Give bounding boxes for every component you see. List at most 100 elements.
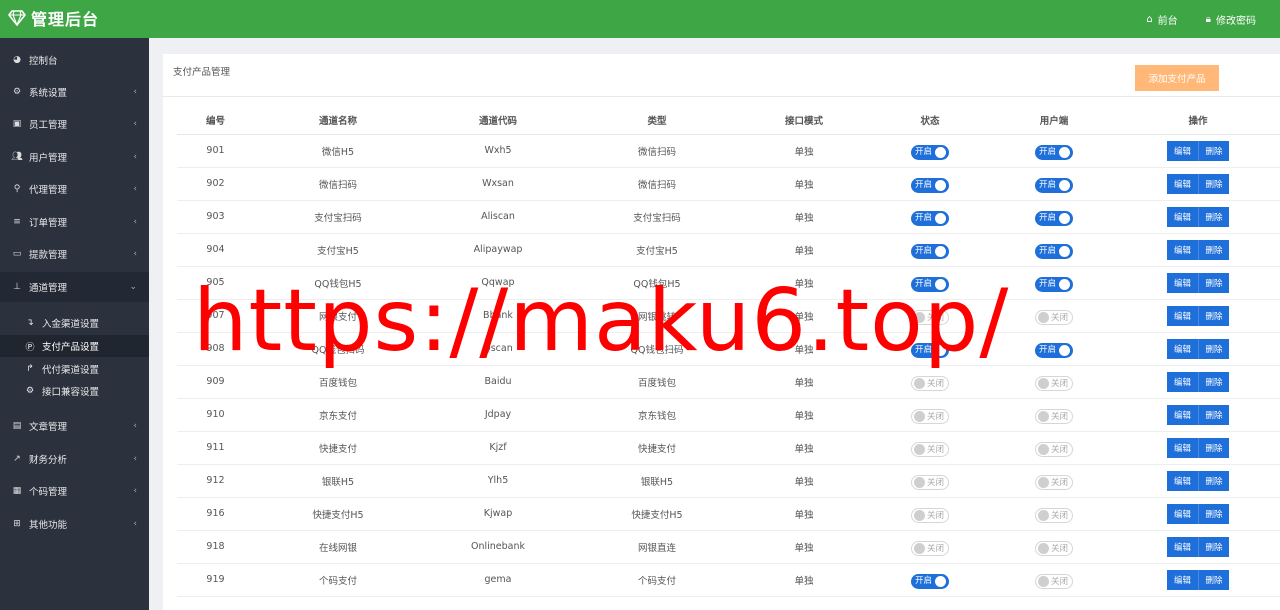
sidebar-subitem-payout-channels[interactable]: ↱ 代付渠道设置: [0, 358, 149, 380]
status-toggle[interactable]: 开启: [911, 211, 949, 226]
edit-button[interactable]: 编辑: [1167, 404, 1198, 425]
delete-button[interactable]: 删除: [1198, 470, 1229, 491]
sidebar-item-channels[interactable]: ⊥ 通道管理 ⌄: [0, 272, 149, 302]
edit-button[interactable]: 编辑: [1167, 470, 1198, 491]
status-toggle[interactable]: 关闭: [911, 475, 949, 490]
status-toggle[interactable]: 开启: [911, 343, 949, 358]
edit-button[interactable]: 编辑: [1167, 206, 1198, 227]
toggle-label: 关闭: [1051, 445, 1069, 455]
sidebar-subitem-api-compat[interactable]: ⚙ 接口兼容设置: [0, 380, 149, 402]
cell-interface-mode: 单独: [740, 299, 868, 333]
cell-channel-name: 快捷支付: [254, 431, 422, 465]
client-toggle[interactable]: 开启: [1035, 145, 1073, 160]
table-body: 901 微信H5 Wxh5 微信扫码 单独 开启 开启 编辑 删除 902 微信扫码 Wxsan 微信扫…: [177, 134, 1280, 597]
delete-button[interactable]: 删除: [1198, 206, 1229, 227]
toggle-label: 关闭: [1051, 577, 1069, 587]
change-password-link[interactable]: 🔒︎ 修改密码: [1206, 12, 1256, 27]
status-toggle[interactable]: 关闭: [911, 508, 949, 523]
add-payment-product-button[interactable]: 添加支付产品: [1135, 65, 1219, 91]
client-cell: 关闭: [992, 563, 1116, 597]
sidebar-subitem-payment-products[interactable]: Ⓟ 支付产品设置: [0, 335, 149, 357]
sidebar-item-label: 订单管理: [29, 218, 68, 229]
column-header[interactable]: 类型: [574, 106, 740, 135]
status-toggle[interactable]: 开启: [911, 145, 949, 160]
delete-button[interactable]: 删除: [1198, 140, 1229, 161]
sidebar-item-staff[interactable]: ▣ 员工管理 ‹: [0, 109, 149, 139]
status-toggle[interactable]: 关闭: [911, 409, 949, 424]
sidebar-item-withdrawals[interactable]: ▭ 提款管理 ‹: [0, 239, 149, 269]
sidebar-item-dashboard[interactable]: ◕ 控制台: [0, 45, 149, 75]
client-toggle[interactable]: 开启: [1035, 244, 1073, 259]
edit-button[interactable]: 编辑: [1167, 503, 1198, 524]
column-header[interactable]: 通道代码: [422, 106, 574, 135]
sidebar-item-system-settings[interactable]: ⚙ 系统设置 ‹: [0, 77, 149, 107]
client-cell: 关闭: [992, 464, 1116, 498]
delete-button[interactable]: 删除: [1198, 536, 1229, 557]
client-toggle[interactable]: 关闭: [1035, 442, 1073, 457]
status-toggle[interactable]: 开启: [911, 178, 949, 193]
edit-button[interactable]: 编辑: [1167, 437, 1198, 458]
delete-button[interactable]: 删除: [1198, 371, 1229, 392]
client-toggle[interactable]: 开启: [1035, 178, 1073, 193]
edit-button[interactable]: 编辑: [1167, 569, 1198, 590]
delete-button[interactable]: 删除: [1198, 437, 1229, 458]
client-toggle[interactable]: 关闭: [1035, 508, 1073, 523]
column-header[interactable]: 状态: [868, 106, 992, 135]
sidebar-subitem-deposit-channels[interactable]: ↴ 入金渠道设置: [0, 312, 149, 334]
status-toggle[interactable]: 开启: [911, 244, 949, 259]
client-toggle[interactable]: 关闭: [1035, 541, 1073, 556]
status-toggle[interactable]: 开启: [911, 277, 949, 292]
sidebar-item-finance[interactable]: ↗ 财务分析 ‹: [0, 444, 149, 474]
sidebar-item-articles[interactable]: ▤ 文章管理 ‹: [0, 411, 149, 441]
sidebar-item-agents[interactable]: ⚲ 代理管理 ‹: [0, 174, 149, 204]
frontend-link[interactable]: ⌂ 前台: [1146, 12, 1177, 27]
column-header[interactable]: 通道名称: [254, 106, 422, 135]
cell-actions: 编辑 删除: [1116, 134, 1280, 168]
edit-button[interactable]: 编辑: [1167, 173, 1198, 194]
cell-id: 902: [177, 167, 254, 201]
client-toggle[interactable]: 开启: [1035, 343, 1073, 358]
client-toggle[interactable]: 关闭: [1035, 310, 1073, 325]
delete-button[interactable]: 删除: [1198, 569, 1229, 590]
brand[interactable]: 管理后台: [8, 6, 99, 30]
column-header[interactable]: 用户端: [992, 106, 1116, 135]
delete-button[interactable]: 删除: [1198, 272, 1229, 293]
client-toggle[interactable]: 开启: [1035, 277, 1073, 292]
column-header[interactable]: 编号: [177, 106, 254, 135]
delete-button[interactable]: 删除: [1198, 338, 1229, 359]
client-toggle[interactable]: 关闭: [1035, 574, 1073, 589]
status-toggle[interactable]: 关闭: [911, 376, 949, 391]
cell-interface-mode: 单独: [740, 167, 868, 201]
status-toggle[interactable]: 开启: [911, 574, 949, 589]
sidebar-item-personal-codes[interactable]: ▦ 个码管理 ‹: [0, 476, 149, 506]
sidebar-item-other[interactable]: ⊞ 其他功能 ‹: [0, 509, 149, 539]
sidebar-item-orders[interactable]: ≡ 订单管理 ‹: [0, 207, 149, 237]
status-toggle[interactable]: 关闭: [911, 310, 949, 325]
edit-button[interactable]: 编辑: [1167, 371, 1198, 392]
edit-button[interactable]: 编辑: [1167, 140, 1198, 161]
column-header[interactable]: 接口模式: [740, 106, 868, 135]
delete-button[interactable]: 删除: [1198, 173, 1229, 194]
status-cell: 关闭: [868, 464, 992, 498]
client-toggle[interactable]: 关闭: [1035, 376, 1073, 391]
status-toggle[interactable]: 关闭: [911, 541, 949, 556]
column-header[interactable]: 操作: [1116, 106, 1280, 135]
header-links: ⌂ 前台 🔒︎ 修改密码: [1118, 0, 1256, 38]
sidebar-item-label: 用户管理: [29, 153, 68, 164]
client-toggle[interactable]: 关闭: [1035, 409, 1073, 424]
delete-button[interactable]: 删除: [1198, 239, 1229, 260]
delete-button[interactable]: 删除: [1198, 305, 1229, 326]
edit-button[interactable]: 编辑: [1167, 272, 1198, 293]
sidebar-item-users[interactable]: 👥︎ 用户管理 ‹: [0, 142, 149, 172]
edit-button[interactable]: 编辑: [1167, 338, 1198, 359]
edit-button[interactable]: 编辑: [1167, 305, 1198, 326]
cell-channel-name: QQ钱包H5: [254, 266, 422, 300]
diamond-icon: [8, 10, 26, 26]
client-toggle[interactable]: 开启: [1035, 211, 1073, 226]
edit-button[interactable]: 编辑: [1167, 536, 1198, 557]
delete-button[interactable]: 删除: [1198, 503, 1229, 524]
delete-button[interactable]: 删除: [1198, 404, 1229, 425]
status-toggle[interactable]: 关闭: [911, 442, 949, 457]
client-toggle[interactable]: 关闭: [1035, 475, 1073, 490]
edit-button[interactable]: 编辑: [1167, 239, 1198, 260]
